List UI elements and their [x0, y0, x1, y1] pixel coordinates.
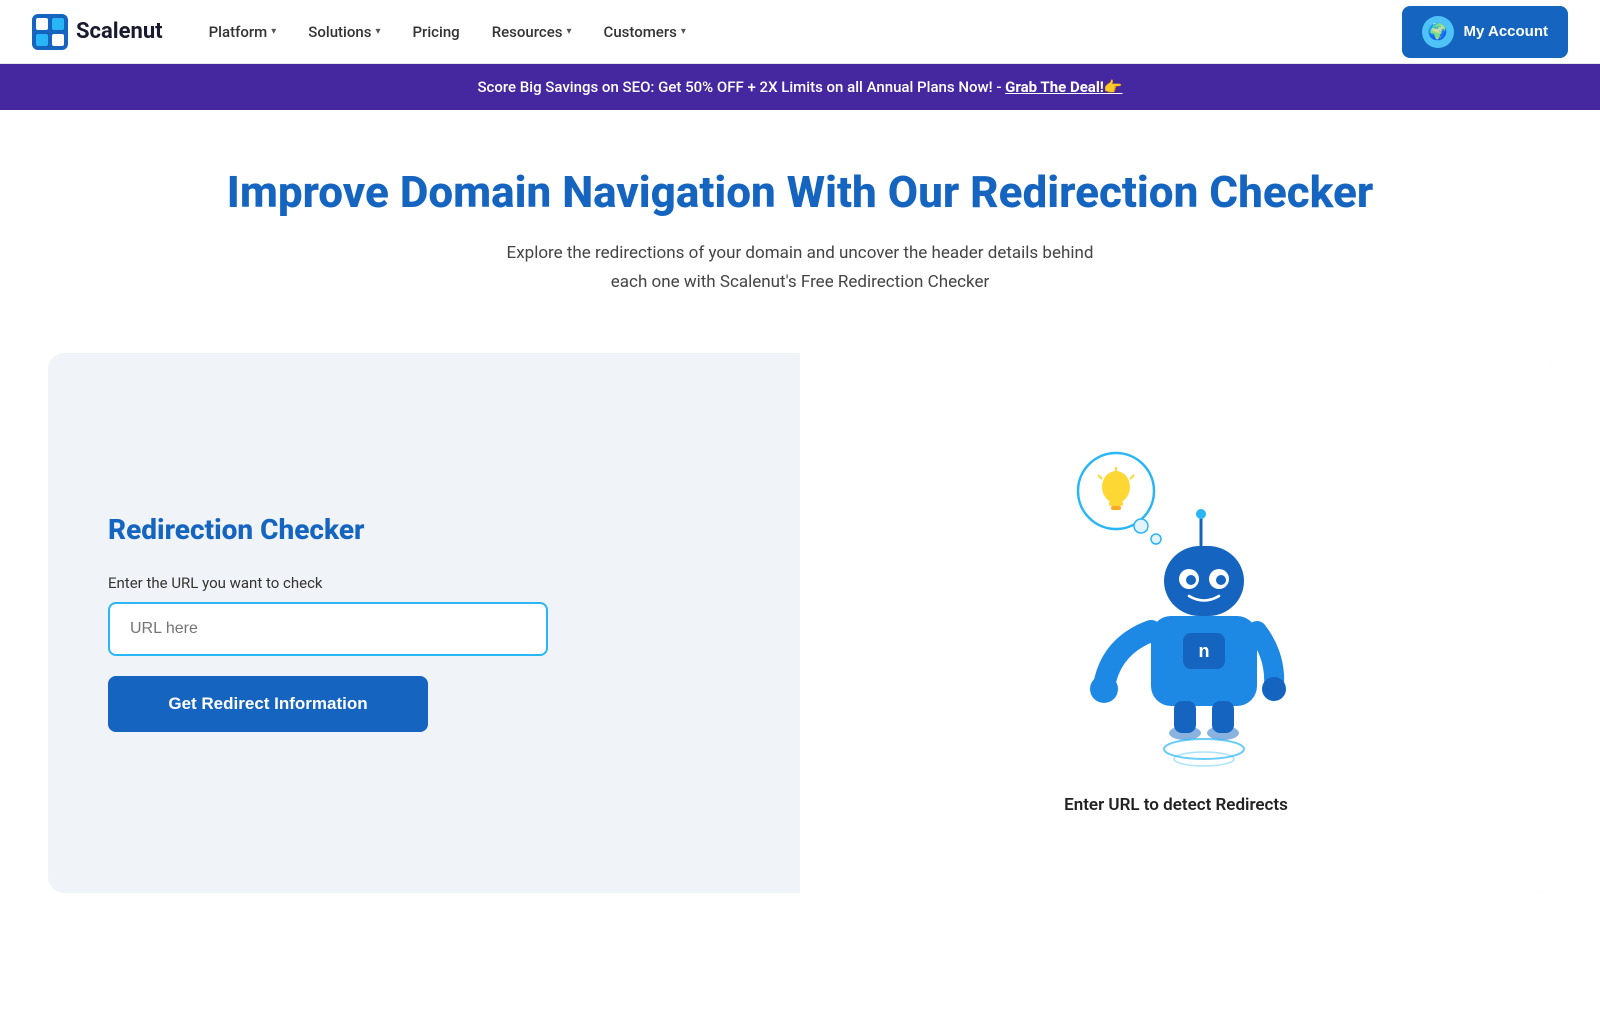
tool-section: Redirection Checker Enter the URL you wa…	[0, 329, 1600, 941]
tool-right-panel: n Enter URL to det	[800, 353, 1552, 893]
get-redirect-button[interactable]: Get Redirect Information	[108, 676, 428, 732]
nav-links: Platform ▾ Solutions ▾ Pricing Resources…	[195, 15, 1402, 49]
tool-card: Redirection Checker Enter the URL you wa…	[48, 353, 1552, 893]
hero-title: Improve Domain Navigation With Our Redir…	[20, 166, 1580, 219]
chevron-down-icon: ▾	[681, 26, 686, 37]
nav-item-pricing[interactable]: Pricing	[398, 15, 473, 49]
input-label: Enter the URL you want to check	[108, 574, 740, 592]
logo-text: Scalenut	[76, 19, 163, 44]
robot-illustration: n	[1056, 431, 1296, 771]
logo[interactable]: Scalenut	[32, 14, 163, 50]
chevron-down-icon: ▾	[375, 26, 380, 37]
navbar: Scalenut Platform ▾ Solutions ▾ Pricing …	[0, 0, 1600, 64]
hero-section: Improve Domain Navigation With Our Redir…	[0, 110, 1600, 329]
hero-subtitle: Explore the redirections of your domain …	[460, 239, 1140, 297]
chevron-down-icon: ▾	[271, 26, 276, 37]
robot-container: n Enter URL to det	[1056, 393, 1296, 853]
url-input[interactable]	[108, 602, 548, 656]
robot-caption: Enter URL to detect Redirects	[1064, 795, 1288, 815]
chevron-down-icon: ▾	[567, 26, 572, 37]
svg-text:n: n	[1199, 641, 1210, 661]
avatar: 🌍	[1422, 16, 1454, 48]
nav-item-resources[interactable]: Resources ▾	[478, 15, 586, 49]
logo-icon	[32, 14, 68, 50]
tool-title: Redirection Checker	[108, 513, 740, 546]
nav-item-platform[interactable]: Platform ▾	[195, 15, 291, 49]
tool-left-panel: Redirection Checker Enter the URL you wa…	[48, 353, 800, 893]
nav-item-solutions[interactable]: Solutions ▾	[294, 15, 394, 49]
promo-banner: Score Big Savings on SEO: Get 50% OFF + …	[0, 64, 1600, 110]
nav-item-customers[interactable]: Customers ▾	[590, 15, 700, 49]
my-account-button[interactable]: 🌍 My Account	[1402, 6, 1568, 58]
promo-link[interactable]: Grab The Deal!👉	[1005, 78, 1122, 96]
